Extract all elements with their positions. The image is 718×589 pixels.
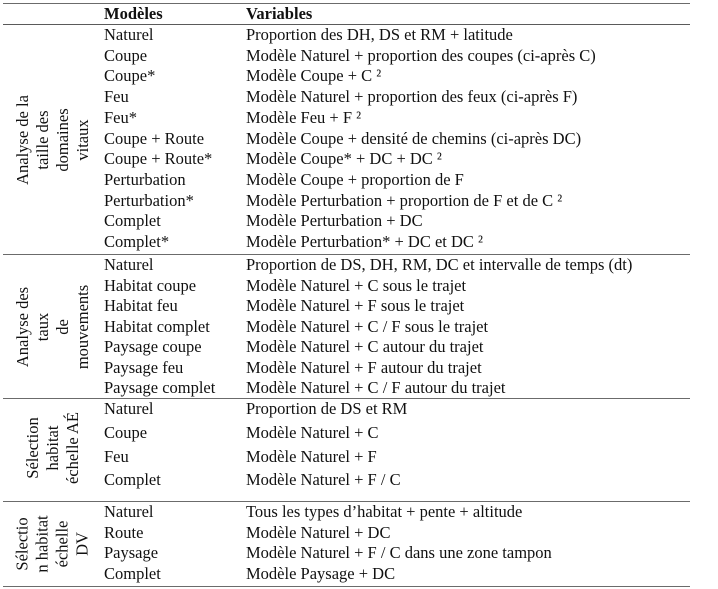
variables-cell: Modèle Naturel + DC (246, 522, 391, 542)
header-models: Modèles (104, 4, 163, 23)
model-cell: Coupe (104, 423, 148, 442)
model-cell: Perturbation* (104, 190, 194, 210)
model-cell: Paysage (104, 543, 159, 563)
model-cell: Naturel (104, 25, 154, 44)
variables-cell: Modèle Perturbation* + DC et DC ² (246, 232, 483, 251)
section-label-text: Analyse de la taille des domaines vitaux (13, 94, 92, 185)
bottom-rule (3, 586, 690, 587)
model-cell: Feu (104, 446, 129, 466)
model-cell: Route (104, 522, 144, 542)
variables-cell: Modèle Perturbation + DC (246, 211, 423, 231)
variables-cell: Modèle Naturel + F / C (246, 470, 401, 489)
model-cell: Naturel (104, 399, 154, 418)
variables-cell: Modèle Naturel + C sous le trajet (246, 275, 467, 295)
model-cell: Feu (104, 87, 129, 107)
model-cell: Coupe + Route* (104, 149, 213, 169)
section-habitat-selection-ae: Sélection habitat échelle AÉ Naturel Prop… (3, 399, 690, 501)
variables-cell: Modèle Naturel + C / F autour du trajet (246, 378, 506, 397)
section-home-range: Analyse de la taille des domaines vitaux… (3, 25, 690, 254)
model-cell: Feu* (104, 107, 137, 127)
section-label: Sélectio n habitat échelle DV (3, 502, 103, 586)
model-cell: Coupe (104, 45, 148, 65)
variables-cell: Modèle Coupe + C ² (246, 66, 382, 86)
model-cell: Habitat coupe (104, 275, 197, 295)
model-cell: Complet (104, 470, 161, 489)
model-cell: Complet* (104, 232, 170, 251)
variables-cell: Proportion de DS, DH, RM, DC et interval… (246, 255, 633, 274)
variables-cell: Modèle Naturel + C autour du trajet (246, 337, 484, 356)
section-movement-rates: Analyse des taux de mouvements Naturel Pr… (3, 255, 690, 398)
variables-cell: Modèle Coupe + proportion de F (246, 169, 464, 189)
model-cell: Coupe* (104, 66, 156, 86)
model-cell: Paysage complet (104, 378, 216, 397)
variables-cell: Tous les types d’habitat + pente + altit… (246, 502, 523, 521)
variables-cell: Modèle Naturel + C / F sous le trajet (246, 316, 489, 336)
variables-cell: Modèle Naturel + C (246, 423, 379, 442)
variables-cell: Modèle Feu + F ² (246, 107, 362, 127)
variables-cell: Modèle Naturel + proportion des feux (ci… (246, 87, 578, 107)
model-cell: Naturel (104, 502, 154, 521)
variables-cell: Proportion de DS et RM (246, 399, 408, 418)
variables-cell: Proportion des DH, DS et RM + latitude (246, 25, 513, 44)
variables-cell: Modèle Naturel + F / C dans une zone tam… (246, 543, 552, 563)
header-variables: Variables (246, 4, 313, 23)
variables-cell: Modèle Coupe + densité de chemins (ci-ap… (246, 128, 582, 148)
section-label: Analyse des taux de mouvements (3, 255, 103, 398)
variables-cell: Modèle Perturbation + proportion de F et… (246, 190, 563, 210)
model-cell: Paysage coupe (104, 337, 202, 356)
variables-cell: Modèle Naturel + F (246, 446, 377, 466)
model-cell: Perturbation (104, 169, 186, 189)
section-label: Analyse de la taille des domaines vitaux (3, 25, 103, 254)
variables-cell: Modèle Paysage + DC (246, 564, 396, 584)
model-cell: Complet (104, 211, 161, 231)
section-label-text: Analyse des taux de mouvements (13, 284, 92, 369)
model-cell: Habitat complet (104, 316, 210, 336)
variables-cell: Modèle Naturel + F sous le trajet (246, 296, 465, 315)
variables-cell: Modèle Naturel + proportion des coupes (… (246, 45, 596, 65)
model-cell: Complet (104, 564, 161, 584)
section-habitat-selection-dv: Sélectio n habitat échelle DV Naturel Tou… (3, 502, 690, 586)
model-cell: Paysage feu (104, 357, 184, 377)
section-label-text: Sélection habitat échelle AÉ (22, 412, 82, 484)
section-label: Sélection habitat échelle AÉ (3, 399, 103, 497)
section-label-text: Sélectio n habitat échelle DV (13, 515, 92, 573)
variables-cell: Modèle Naturel + F autour du trajet (246, 357, 482, 377)
model-cell: Naturel (104, 255, 154, 274)
model-cell: Habitat feu (104, 296, 178, 315)
variables-cell: Modèle Coupe* + DC + DC ² (246, 149, 442, 169)
model-cell: Coupe + Route (104, 128, 205, 148)
